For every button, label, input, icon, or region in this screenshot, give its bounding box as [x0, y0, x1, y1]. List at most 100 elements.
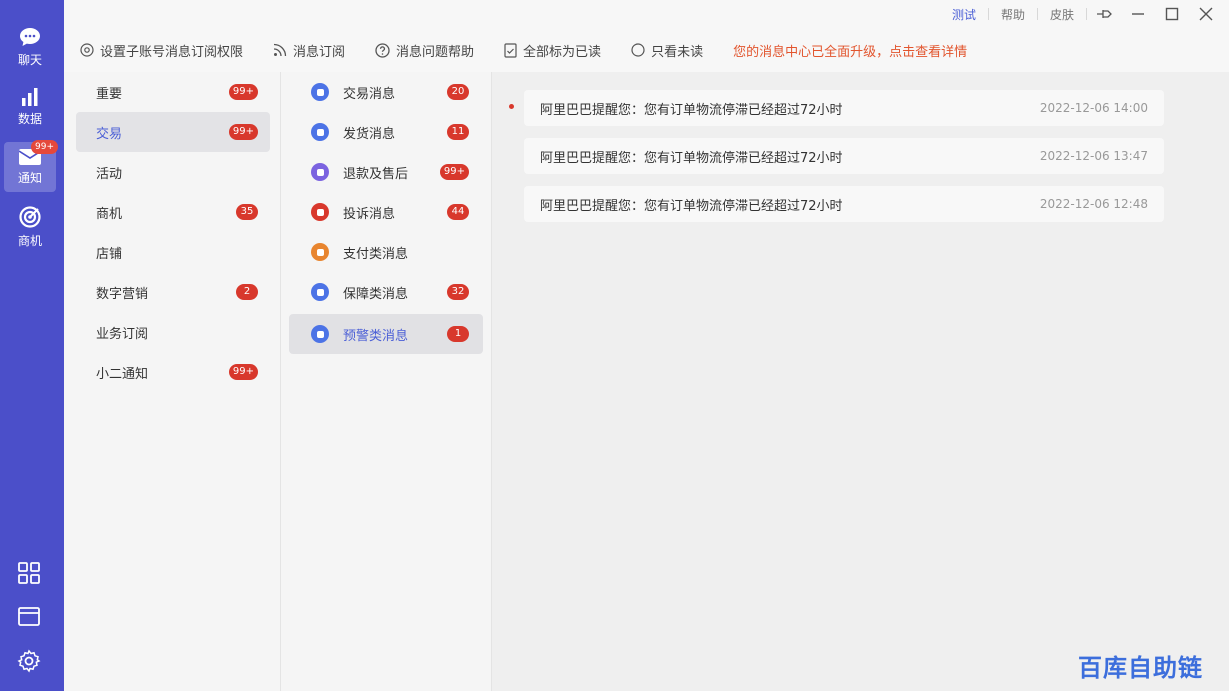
message-list: 阿里巴巴提醒您：您有订单物流停滞已经超过72小时 2022-12-06 14:00…	[492, 72, 1229, 691]
category-store[interactable]: 店铺	[76, 232, 270, 272]
subcategory-trade-messages[interactable]: 交易消息 20	[289, 72, 483, 112]
title-bar: 测试 帮助 皮肤	[64, 0, 1229, 28]
count-badge: 99+	[228, 364, 258, 380]
tool-label: 消息问题帮助	[396, 44, 475, 60]
chat-bubble-icon	[20, 27, 40, 46]
category-label: 活动	[96, 166, 123, 182]
subcategory-label: 支付类消息	[343, 246, 409, 262]
subcategory-payment[interactable]: 支付类消息	[289, 232, 483, 272]
mark-all-read-button[interactable]: 全部标为已读	[504, 41, 601, 60]
watermark: 百库自助链	[1078, 654, 1203, 682]
rail-item-data[interactable]: 数据	[4, 82, 56, 132]
message-item[interactable]: 阿里巴巴提醒您：您有订单物流停滞已经超过72小时 2022-12-06 14:00	[524, 90, 1164, 126]
category-list: 重要 99+ 交易 99+ 活动 商机 35 店铺 数字营销 2 业务订阅 小二通知 99…	[64, 72, 281, 691]
settings-circle-icon	[80, 43, 94, 57]
rail-item-chat[interactable]: 聊天	[4, 22, 56, 72]
close-icon[interactable]	[1189, 0, 1223, 28]
message-item[interactable]: 阿里巴巴提醒您：您有订单物流停滞已经超过72小时 2022-12-06 12:48	[524, 186, 1164, 222]
subaccount-permission-button[interactable]: 设置子账号消息订阅权限	[80, 41, 243, 60]
category-label: 小二通知	[96, 366, 149, 382]
help-icon	[375, 42, 390, 58]
message-text: 阿里巴巴提醒您：您有订单物流停滞已经超过72小时	[540, 198, 843, 214]
subcategory-label: 退款及售后	[343, 166, 409, 182]
category-label: 业务订阅	[96, 326, 149, 342]
count-badge: 99+	[228, 124, 258, 140]
subcategory-label: 投诉消息	[343, 206, 396, 222]
count-badge: 1	[447, 326, 469, 342]
category-staff-notice[interactable]: 小二通知 99+	[76, 352, 270, 392]
left-nav-rail: 聊天 数据 通知 99+ 商机	[0, 0, 64, 691]
subcategory-label: 发货消息	[343, 126, 396, 142]
tool-label: 只看未读	[651, 44, 704, 60]
message-item[interactable]: 阿里巴巴提醒您：您有订单物流停滞已经超过72小时 2022-12-06 13:47	[524, 138, 1164, 174]
count-badge: 99+	[439, 164, 469, 180]
skin-link[interactable]: 皮肤	[1038, 6, 1086, 23]
message-time: 2022-12-06 13:47	[1039, 149, 1148, 163]
message-text: 阿里巴巴提醒您：您有订单物流停滞已经超过72小时	[540, 150, 843, 166]
count-badge: 20	[447, 84, 469, 100]
category-activity[interactable]: 活动	[76, 152, 270, 192]
toolbar: 设置子账号消息订阅权限 消息订阅 消息问题帮助 全部标为已读 只看未读 您的消息…	[64, 28, 1229, 73]
rss-icon	[273, 43, 287, 57]
subcategory-list: 交易消息 20 发货消息 11 退款及售后 99+ 投诉消息 44 支付类消息 保障类消…	[281, 72, 492, 691]
subscribe-button[interactable]: 消息订阅	[273, 41, 345, 60]
category-business-subscription[interactable]: 业务订阅	[76, 312, 270, 352]
category-label: 重要	[96, 86, 123, 102]
rail-label: 商机	[17, 233, 42, 248]
warning-shield-icon	[311, 325, 329, 343]
category-digital-marketing[interactable]: 数字营销 2	[76, 272, 270, 312]
minimize-icon[interactable]	[1121, 0, 1155, 28]
doc-check-icon	[504, 42, 517, 58]
subcategory-guarantee[interactable]: 保障类消息 32	[289, 272, 483, 312]
count-badge: 32	[447, 284, 469, 300]
subcategory-label: 交易消息	[343, 86, 396, 102]
help-button[interactable]: 消息问题帮助	[375, 41, 474, 60]
tool-label: 消息订阅	[293, 44, 346, 60]
rail-item-notify[interactable]: 通知 99+	[4, 140, 58, 192]
message-time: 2022-12-06 12:48	[1039, 197, 1148, 211]
complaint-icon	[311, 203, 329, 221]
subcategory-complaint[interactable]: 投诉消息 44	[289, 192, 483, 232]
shield-icon	[311, 283, 329, 301]
help-link[interactable]: 帮助	[989, 6, 1037, 23]
pin-icon[interactable]	[1087, 0, 1121, 28]
trade-icon	[311, 83, 329, 101]
count-badge: 11	[447, 124, 469, 140]
category-label: 商机	[96, 206, 123, 222]
subcategory-refund[interactable]: 退款及售后 99+	[289, 152, 483, 192]
target-icon	[19, 205, 41, 228]
category-label: 交易	[96, 126, 123, 142]
settings-icon[interactable]	[16, 648, 44, 676]
rail-label: 聊天	[17, 52, 42, 67]
subcategory-label: 保障类消息	[343, 286, 409, 302]
unread-dot	[509, 104, 514, 109]
upgrade-notice-link[interactable]: 您的消息中心已全面升级，点击查看详情	[733, 41, 967, 60]
payment-icon	[311, 243, 329, 261]
category-label: 数字营销	[96, 286, 149, 302]
message-time: 2022-12-06 14:00	[1039, 101, 1148, 115]
category-trade[interactable]: 交易 99+	[76, 112, 270, 152]
rail-label: 通知	[17, 170, 42, 185]
maximize-icon[interactable]	[1155, 0, 1189, 28]
count-badge: 99+	[228, 84, 258, 100]
subcategory-shipping-messages[interactable]: 发货消息 11	[289, 112, 483, 152]
test-link[interactable]: 测试	[940, 6, 988, 23]
subcategory-warning[interactable]: 预警类消息 1	[289, 314, 483, 354]
count-badge: 2	[236, 284, 258, 300]
category-important[interactable]: 重要 99+	[76, 72, 270, 112]
tool-label: 全部标为已读	[523, 44, 602, 60]
unread-only-toggle[interactable]: 只看未读	[631, 41, 703, 60]
radio-icon	[631, 43, 645, 57]
window-icon[interactable]	[16, 604, 44, 632]
subcategory-label: 预警类消息	[343, 328, 409, 344]
shipping-icon	[311, 123, 329, 141]
notify-badge: 99+	[31, 140, 58, 154]
category-label: 店铺	[96, 246, 123, 262]
category-business[interactable]: 商机 35	[76, 192, 270, 232]
grid-icon[interactable]	[16, 560, 44, 588]
rail-label: 数据	[17, 111, 42, 126]
rail-item-business[interactable]: 商机	[4, 202, 56, 252]
tool-label: 设置子账号消息订阅权限	[100, 44, 244, 60]
refund-icon	[311, 163, 329, 181]
count-badge: 44	[447, 204, 469, 220]
